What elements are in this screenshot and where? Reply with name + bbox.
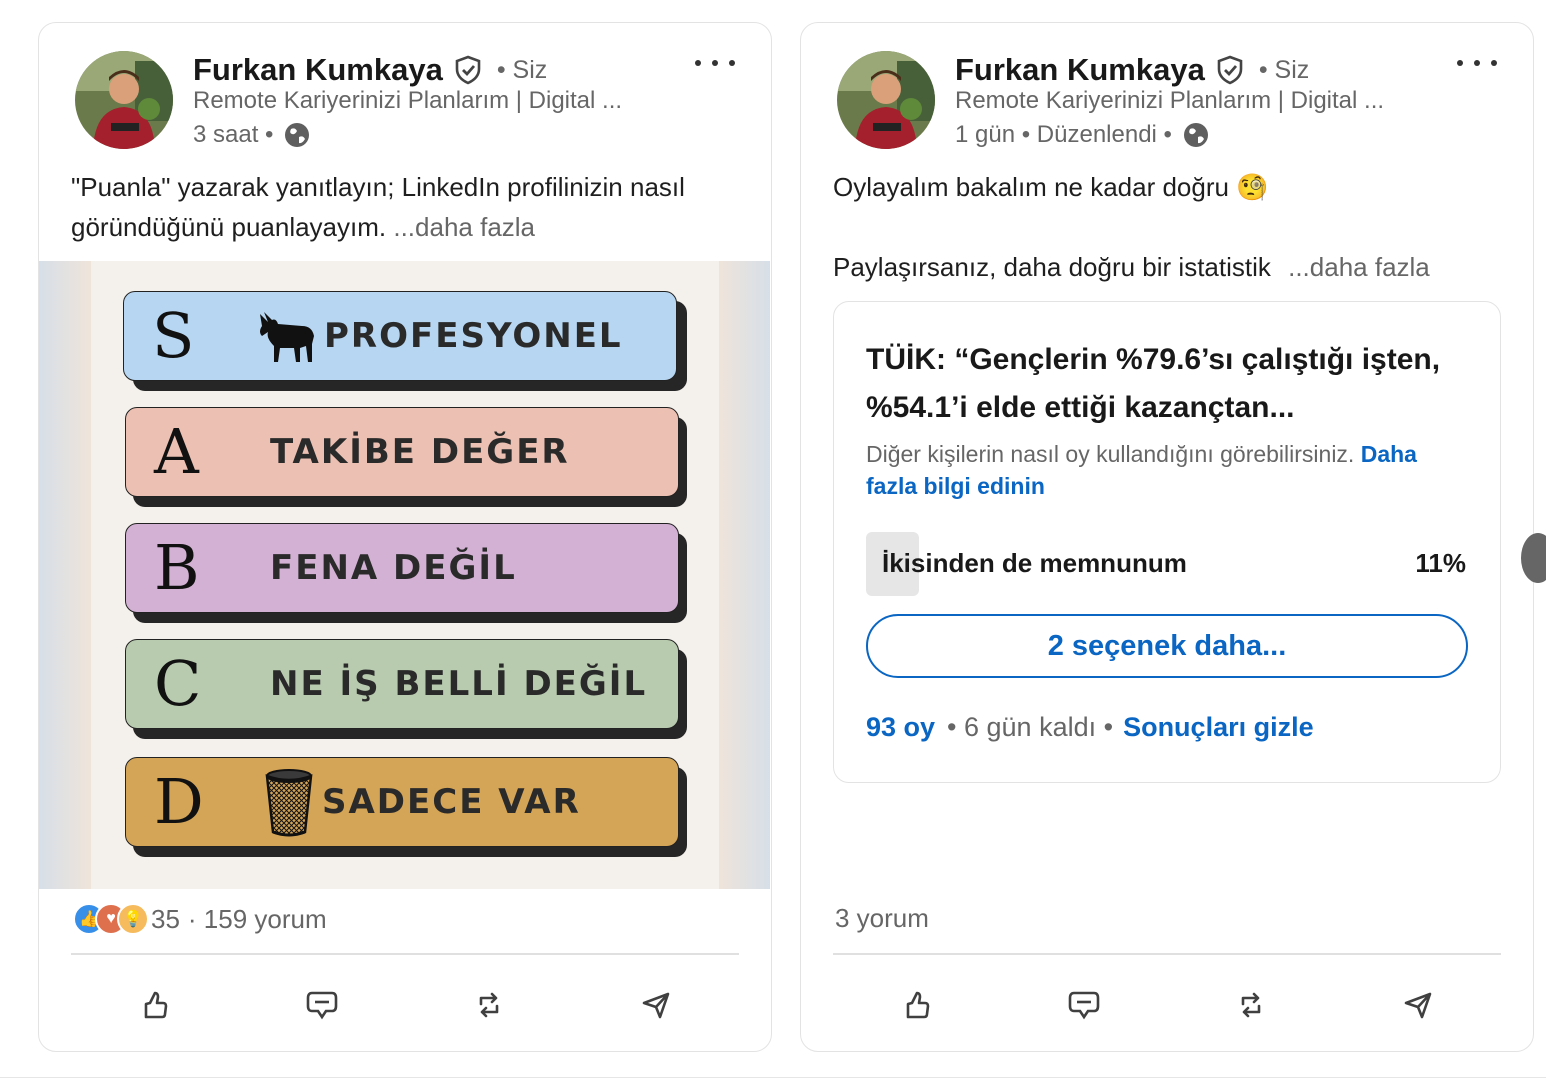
send-icon <box>642 992 669 1019</box>
tier-letter: A <box>154 415 199 488</box>
globe-icon <box>1182 121 1210 149</box>
you-label: • Siz <box>496 55 548 84</box>
tier-letter: D <box>154 765 204 838</box>
hide-results-link[interactable]: Sonuçları gizle <box>1123 712 1314 743</box>
more-options-icon[interactable] <box>695 51 735 75</box>
like-button[interactable] <box>131 981 179 1029</box>
tier-row-a: A TAKİBE DEĞER <box>125 407 679 497</box>
tier-row-s: S PROFESYONEL <box>123 291 677 381</box>
post-body-line1: Oylayalım bakalım ne kadar doğru 🧐 <box>833 172 1269 202</box>
author-name-row: Furkan Kumkaya • Siz <box>955 51 1309 89</box>
tier-label: FENA DEĞİL <box>270 548 517 588</box>
post-time: 3 saat • <box>193 121 274 148</box>
poll-option-label: İkisinden de memnunum <box>882 548 1187 578</box>
divider <box>71 953 739 955</box>
verified-icon <box>1215 55 1245 85</box>
reaction-count[interactable]: 35 <box>151 904 180 935</box>
action-bar <box>833 981 1501 1029</box>
see-more-link[interactable]: ...daha fazla <box>1288 252 1430 282</box>
post-body-line2: Paylaşırsanız, daha doğru bir istatistik <box>833 252 1271 282</box>
author-name[interactable]: Furkan Kumkaya <box>193 52 443 88</box>
more-options-icon[interactable] <box>1457 51 1497 75</box>
thumbs-up-icon <box>906 991 929 1019</box>
tier-list: S PROFESYONEL A TAKİBE DEĞER B FENA DEĞİ… <box>91 261 719 889</box>
poll-option[interactable]: İkisinden de memnunum 11% <box>866 532 1466 596</box>
reactions-summary[interactable]: 👍 ♥ 💡 35 · 159 yorum <box>73 903 327 935</box>
comment-count[interactable]: · 159 yorum <box>188 904 327 935</box>
goat-icon <box>260 312 314 362</box>
post-card-1: Furkan Kumkaya • Siz Remote Kariyerinizi… <box>38 22 772 1052</box>
author-avatar[interactable] <box>75 51 173 149</box>
trash-bin-icon <box>265 769 313 837</box>
comment-count[interactable]: 3 yorum <box>835 903 929 934</box>
send-button[interactable] <box>1394 981 1442 1029</box>
you-label: • Siz <box>1258 55 1310 84</box>
comment-button[interactable] <box>298 981 346 1029</box>
see-more-link[interactable]: ...daha fazla <box>393 212 535 242</box>
poll: TÜİK: “Gençlerin %79.6’sı çalıştığı işte… <box>833 301 1501 783</box>
poll-option-percent: 11% <box>1415 548 1466 578</box>
repost-icon <box>1241 992 1260 1018</box>
poll-footer: 93 oy • 6 gün kaldı • Sonuçları gizle <box>866 712 1314 743</box>
tier-letter: B <box>154 531 200 604</box>
time-remaining: • 6 gün kaldı • <box>947 712 1114 742</box>
author-avatar[interactable] <box>837 51 935 149</box>
tier-row-d: D SADECE VAR <box>125 757 679 847</box>
post-time: 1 gün • Düzenlendi • <box>955 121 1172 148</box>
send-button[interactable] <box>632 981 680 1029</box>
like-button[interactable] <box>893 981 941 1029</box>
tier-label: TAKİBE DEĞER <box>270 432 570 472</box>
action-bar <box>71 981 739 1029</box>
poll-note-text: Diğer kişilerin nasıl oy kullandığını gö… <box>866 441 1355 467</box>
poll-question: TÜİK: “Gençlerin %79.6’sı çalıştığı işte… <box>866 343 1441 424</box>
author-headline: Remote Kariyerinizi Planlarım | Digital … <box>955 87 1385 114</box>
tier-list-image[interactable]: S PROFESYONEL A TAKİBE DEĞER B FENA DEĞİ… <box>39 261 770 889</box>
tier-letter: C <box>154 647 202 720</box>
tier-letter: S <box>152 299 195 372</box>
tier-label: PROFESYONEL <box>324 316 623 356</box>
reaction-icons: 👍 ♥ 💡 <box>73 903 151 935</box>
comment-button[interactable] <box>1060 981 1108 1029</box>
tier-row-c: C NE İŞ BELLİ DEĞİL <box>125 639 679 729</box>
poll-note: Diğer kişilerin nasıl oy kullandığını gö… <box>866 438 1466 502</box>
comment-icon <box>306 991 337 1020</box>
insightful-icon: 💡 <box>117 903 149 935</box>
repost-button[interactable] <box>465 981 513 1029</box>
comment-icon <box>1068 991 1099 1020</box>
globe-icon <box>283 121 311 149</box>
author-headline: Remote Kariyerinizi Planlarım | Digital … <box>193 87 623 114</box>
post-meta: 3 saat • <box>193 121 311 149</box>
post-text: Oylayalım bakalım ne kadar doğru 🧐 Payla… <box>833 167 1513 287</box>
more-options-button[interactable]: 2 seçenek daha... <box>866 614 1468 678</box>
post-body: "Puanla" yazarak yanıtlayın; LinkedIn pr… <box>71 172 685 242</box>
repost-icon <box>479 992 498 1018</box>
tier-label: SADECE VAR <box>322 782 581 822</box>
author-name-row: Furkan Kumkaya • Siz <box>193 51 547 89</box>
thumbs-up-icon <box>144 991 167 1019</box>
repost-button[interactable] <box>1227 981 1275 1029</box>
post-text: "Puanla" yazarak yanıtlayın; LinkedIn pr… <box>71 167 731 247</box>
vote-count[interactable]: 93 oy <box>866 712 935 743</box>
divider <box>833 953 1501 955</box>
scroll-arrow-button[interactable] <box>1521 533 1546 583</box>
tier-row-b: B FENA DEĞİL <box>125 523 679 613</box>
send-icon <box>1404 992 1431 1019</box>
post-card-2: Furkan Kumkaya • Siz Remote Kariyerinizi… <box>800 22 1546 1052</box>
author-name[interactable]: Furkan Kumkaya <box>955 52 1205 88</box>
tier-label: NE İŞ BELLİ DEĞİL <box>270 664 648 704</box>
verified-icon <box>453 55 483 85</box>
post-meta: 1 gün • Düzenlendi • <box>955 121 1210 149</box>
